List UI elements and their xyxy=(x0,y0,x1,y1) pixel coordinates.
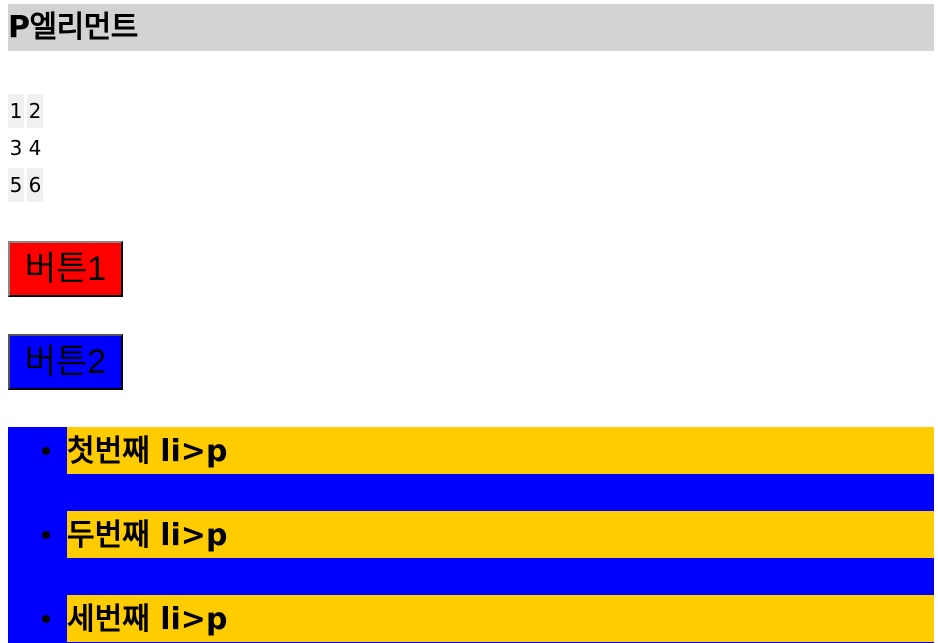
list-item-paragraph: 첫번째 li>p xyxy=(67,427,934,474)
item-list: 첫번째 li>p 두번째 li>p 세번째 li>p xyxy=(8,427,934,643)
grid-row: 3 4 xyxy=(8,129,46,166)
grid-cell: 4 xyxy=(28,135,42,160)
grid-cell: 1 xyxy=(8,93,24,128)
grid-cell: 6 xyxy=(27,167,43,202)
number-grid: 1 2 3 4 5 6 xyxy=(8,92,46,203)
page: P엘리먼트 1 2 3 4 5 6 버튼1 버튼2 첫번째 li>p 두번째 l… xyxy=(0,0,938,643)
grid-row: 5 6 xyxy=(8,166,46,203)
list-item: 첫번째 li>p xyxy=(8,427,934,474)
list-item-paragraph: 두번째 li>p xyxy=(67,511,934,558)
bullet-icon xyxy=(42,615,50,623)
title-bar: P엘리먼트 xyxy=(8,4,934,51)
list-item-paragraph: 세번째 li>p xyxy=(67,595,934,642)
bullet-icon xyxy=(42,531,50,539)
grid-cell: 5 xyxy=(8,167,24,202)
grid-cell: 3 xyxy=(9,135,23,160)
list-item: 세번째 li>p xyxy=(8,595,934,642)
button-2[interactable]: 버튼2 xyxy=(8,334,123,390)
grid-row: 1 2 xyxy=(8,92,46,129)
button-1[interactable]: 버튼1 xyxy=(8,241,123,297)
list-item: 두번째 li>p xyxy=(8,511,934,558)
grid-cell: 2 xyxy=(27,93,43,128)
page-title: P엘리먼트 xyxy=(8,10,138,45)
bullet-icon xyxy=(42,447,50,455)
